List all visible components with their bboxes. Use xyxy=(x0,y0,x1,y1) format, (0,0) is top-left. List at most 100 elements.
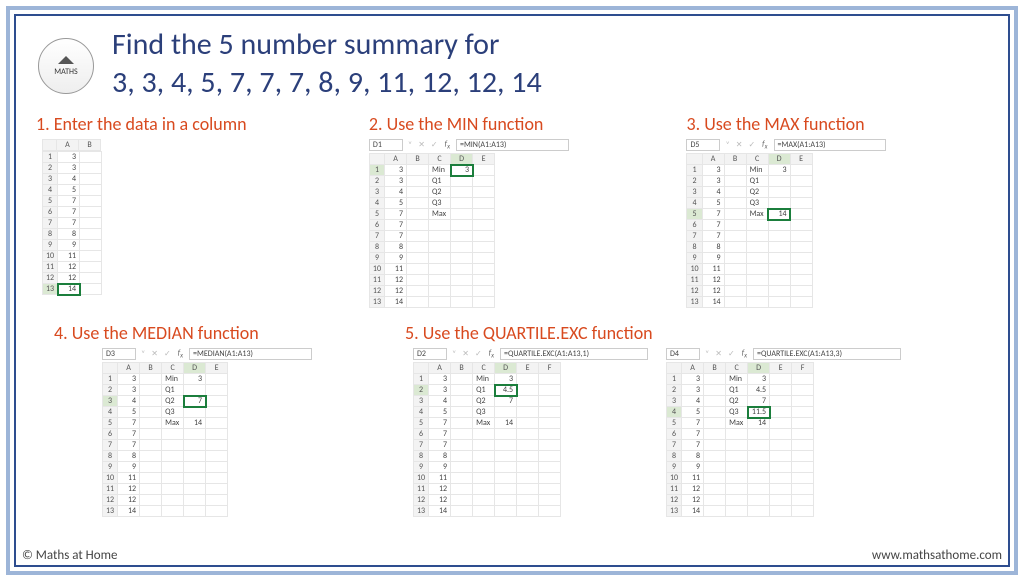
cell[interactable] xyxy=(770,396,792,407)
col-header[interactable]: D xyxy=(184,363,206,374)
cell[interactable] xyxy=(162,451,184,462)
cell[interactable] xyxy=(792,374,814,385)
cell[interactable] xyxy=(162,429,184,440)
cell[interactable]: 14 xyxy=(682,506,704,517)
cell[interactable] xyxy=(517,484,539,495)
cell[interactable]: 3 xyxy=(118,374,140,385)
cell[interactable] xyxy=(517,462,539,473)
dropdown-icon[interactable]: ˅ xyxy=(451,349,457,359)
col-header[interactable]: B xyxy=(451,363,473,374)
cell[interactable]: 14 xyxy=(118,506,140,517)
cell[interactable] xyxy=(792,451,814,462)
cell[interactable]: Min xyxy=(473,374,495,385)
cell[interactable] xyxy=(495,440,517,451)
cell[interactable] xyxy=(206,473,228,484)
cell[interactable]: 14 xyxy=(702,297,724,308)
cell[interactable] xyxy=(770,440,792,451)
cell[interactable]: Max xyxy=(473,418,495,429)
cell[interactable] xyxy=(140,451,162,462)
cell[interactable] xyxy=(80,240,102,251)
cell[interactable]: 4 xyxy=(429,396,451,407)
cell[interactable] xyxy=(162,495,184,506)
col-header[interactable]: E xyxy=(790,154,812,165)
cell[interactable] xyxy=(473,187,495,198)
cell[interactable] xyxy=(792,473,814,484)
cell[interactable] xyxy=(80,218,102,229)
cell[interactable] xyxy=(429,231,451,242)
cell[interactable] xyxy=(724,297,746,308)
col-header[interactable]: E xyxy=(473,154,495,165)
confirm-icon[interactable]: ✓ xyxy=(747,140,756,150)
cell[interactable] xyxy=(451,451,473,462)
cell[interactable]: 3 xyxy=(385,165,407,176)
cell[interactable]: Q2 xyxy=(473,396,495,407)
cell[interactable] xyxy=(451,242,473,253)
cell[interactable] xyxy=(80,163,102,174)
col-header[interactable]: E xyxy=(517,363,539,374)
cell[interactable]: 12 xyxy=(702,286,724,297)
confirm-icon[interactable]: ✓ xyxy=(163,349,172,359)
col-header[interactable]: A xyxy=(702,154,724,165)
cell[interactable] xyxy=(407,297,429,308)
cell[interactable]: 3 xyxy=(58,152,80,163)
cell[interactable]: 4 xyxy=(118,396,140,407)
cell[interactable]: 12 xyxy=(385,275,407,286)
cell[interactable] xyxy=(451,506,473,517)
cell[interactable]: 3 xyxy=(495,374,517,385)
cell[interactable] xyxy=(407,242,429,253)
cell[interactable] xyxy=(451,473,473,484)
cell[interactable] xyxy=(206,451,228,462)
cell[interactable]: Q2 xyxy=(429,187,451,198)
cell[interactable] xyxy=(206,374,228,385)
cell[interactable]: 3 xyxy=(385,176,407,187)
cell[interactable]: 4 xyxy=(682,396,704,407)
cell[interactable] xyxy=(473,297,495,308)
cell[interactable]: 14 xyxy=(768,209,790,220)
cell[interactable] xyxy=(748,440,770,451)
cell[interactable]: 5 xyxy=(429,407,451,418)
cell[interactable] xyxy=(140,418,162,429)
cell[interactable] xyxy=(539,495,561,506)
cell[interactable]: 7 xyxy=(702,220,724,231)
cell[interactable] xyxy=(517,451,539,462)
cell[interactable] xyxy=(539,462,561,473)
cell[interactable] xyxy=(184,473,206,484)
fx-icon[interactable]: fx xyxy=(176,348,185,360)
fx-icon[interactable]: fx xyxy=(487,348,496,360)
cell[interactable]: Q2 xyxy=(726,396,748,407)
cell[interactable] xyxy=(495,506,517,517)
cell[interactable] xyxy=(704,429,726,440)
col-header[interactable]: A xyxy=(118,363,140,374)
dropdown-icon[interactable]: ˅ xyxy=(724,140,730,150)
dropdown-icon[interactable]: ˅ xyxy=(704,349,710,359)
cell[interactable] xyxy=(748,462,770,473)
cell[interactable]: 7 xyxy=(385,231,407,242)
cell[interactable] xyxy=(495,407,517,418)
cell[interactable] xyxy=(768,198,790,209)
cell[interactable]: 12 xyxy=(58,262,80,273)
cell[interactable] xyxy=(473,176,495,187)
cell[interactable]: 12 xyxy=(118,484,140,495)
cell[interactable] xyxy=(539,451,561,462)
cell[interactable]: Min xyxy=(726,374,748,385)
col-header[interactable]: D xyxy=(768,154,790,165)
cell[interactable] xyxy=(704,484,726,495)
cell[interactable]: 3 xyxy=(58,163,80,174)
cell[interactable]: 7 xyxy=(429,429,451,440)
cell[interactable] xyxy=(206,462,228,473)
cell[interactable]: 5 xyxy=(682,407,704,418)
cell[interactable] xyxy=(724,198,746,209)
cell[interactable] xyxy=(473,220,495,231)
cell[interactable] xyxy=(407,231,429,242)
cell[interactable]: Q3 xyxy=(162,407,184,418)
col-header[interactable]: E xyxy=(770,363,792,374)
cell[interactable] xyxy=(724,165,746,176)
dropdown-icon[interactable]: ˅ xyxy=(407,140,413,150)
cell[interactable] xyxy=(206,407,228,418)
cell[interactable]: 7 xyxy=(702,209,724,220)
cell[interactable]: 12 xyxy=(429,484,451,495)
cell[interactable] xyxy=(726,495,748,506)
cell[interactable] xyxy=(140,506,162,517)
cell[interactable]: 3 xyxy=(184,374,206,385)
cell[interactable] xyxy=(429,275,451,286)
